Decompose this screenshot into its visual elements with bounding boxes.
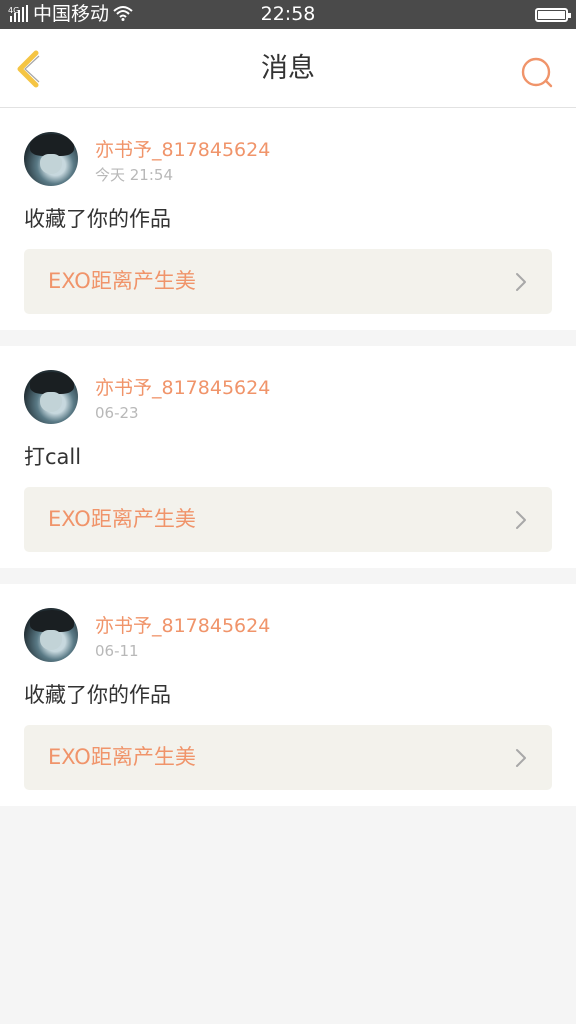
chevron-right-icon (516, 273, 526, 291)
battery-icon (535, 8, 571, 22)
page-title: 消息 (261, 53, 315, 84)
status-time: 22:58 (260, 3, 316, 25)
chevron-right-icon (516, 749, 526, 767)
chevron-right-icon (516, 511, 526, 529)
message-card: 亦书予_817845624 06-23 打call EXO距离产生美 (0, 346, 576, 568)
work-link[interactable]: EXO距离产生美 (24, 249, 552, 314)
message-action: 收藏了你的作品 (24, 683, 171, 707)
navigation-bar: 消息 (0, 29, 576, 108)
avatar[interactable] (24, 370, 78, 424)
work-link[interactable]: EXO距离产生美 (24, 725, 552, 790)
search-button[interactable] (520, 56, 554, 90)
work-title: EXO距离产生美 (48, 507, 196, 531)
message-action: 收藏了你的作品 (24, 207, 171, 231)
status-bar: 4G 中国移动 22:58 (0, 0, 576, 29)
avatar[interactable] (24, 132, 78, 186)
work-title: EXO距离产生美 (48, 269, 196, 293)
work-link[interactable]: EXO距离产生美 (24, 487, 552, 552)
username[interactable]: 亦书予_817845624 (95, 614, 270, 638)
message-action: 打call (24, 445, 82, 469)
messages-page: 4G 中国移动 22:58 消息 亦书予_817845624 今天 21:54 … (0, 0, 576, 1024)
search-icon (521, 57, 553, 88)
username[interactable]: 亦书予_817845624 (95, 138, 270, 162)
work-title: EXO距离产生美 (48, 745, 196, 769)
message-card: 亦书予_817845624 06-11 收藏了你的作品 EXO距离产生美 (0, 584, 576, 806)
timestamp: 06-11 (95, 642, 139, 660)
avatar[interactable] (24, 608, 78, 662)
timestamp: 今天 21:54 (95, 166, 173, 184)
username[interactable]: 亦书予_817845624 (95, 376, 270, 400)
message-card: 亦书予_817845624 今天 21:54 收藏了你的作品 EXO距离产生美 (0, 108, 576, 330)
timestamp: 06-23 (95, 404, 139, 422)
